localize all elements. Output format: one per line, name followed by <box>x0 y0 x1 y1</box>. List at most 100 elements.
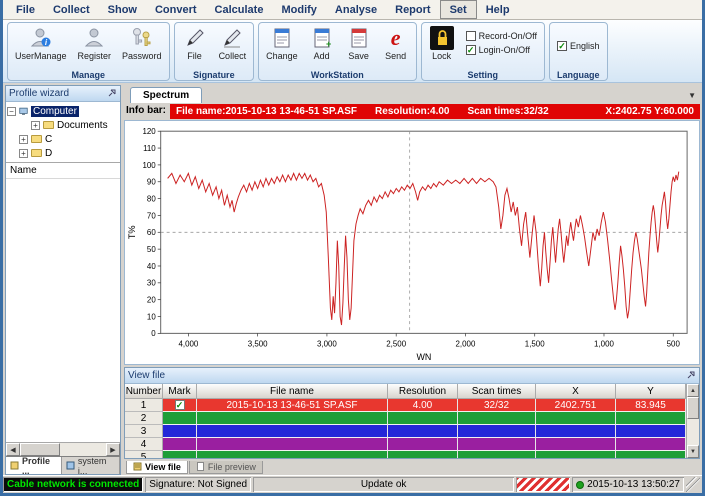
menu-analyse[interactable]: Analyse <box>326 0 386 19</box>
scroll-right-icon[interactable]: ▶ <box>106 443 120 456</box>
cell-x[interactable] <box>536 412 616 425</box>
cell-number[interactable]: 2 <box>125 412 163 425</box>
pin-icon[interactable] <box>687 370 696 382</box>
cell-scan_times[interactable] <box>458 425 536 438</box>
cell-number[interactable]: 5 <box>125 451 163 458</box>
menu-modify[interactable]: Modify <box>272 0 325 19</box>
cell-file_name[interactable] <box>197 412 388 425</box>
cell-mark[interactable]: ✓ <box>163 399 197 412</box>
change-button[interactable]: Change <box>264 24 300 62</box>
col-resolution[interactable]: Resolution <box>388 384 458 399</box>
scrollbar-thumb[interactable] <box>687 397 699 419</box>
document-add-icon: + <box>309 25 335 51</box>
cell-y[interactable] <box>616 412 686 425</box>
usermanage-button[interactable]: i UserManage <box>13 24 69 62</box>
menu-collect[interactable]: Collect <box>44 0 99 19</box>
cell-resolution[interactable] <box>388 412 458 425</box>
cell-scan_times[interactable]: 32/32 <box>458 399 536 412</box>
horizontal-scrollbar[interactable]: ◀ ▶ <box>6 442 120 456</box>
cell-x[interactable] <box>536 438 616 451</box>
cell-scan_times[interactable] <box>458 438 536 451</box>
cell-x[interactable]: 2402.751 <box>536 399 616 412</box>
cell-resolution[interactable] <box>388 425 458 438</box>
password-button[interactable]: Password <box>120 24 164 62</box>
resize-grip[interactable] <box>686 477 700 492</box>
col-mark[interactable]: Mark <box>163 384 197 399</box>
table-row[interactable]: 2 <box>125 412 686 425</box>
collapse-icon[interactable]: − <box>7 107 16 116</box>
col-y[interactable]: Y <box>616 384 686 399</box>
cell-x[interactable] <box>536 425 616 438</box>
tree-item-drive-d[interactable]: + D <box>19 146 119 160</box>
col-file-name[interactable]: File name <box>197 384 388 399</box>
cell-scan_times[interactable] <box>458 412 536 425</box>
cell-mark[interactable] <box>163 425 197 438</box>
cell-resolution[interactable] <box>388 451 458 458</box>
cell-y[interactable] <box>616 451 686 458</box>
expand-icon[interactable]: + <box>19 149 28 158</box>
cell-mark[interactable] <box>163 451 197 458</box>
scroll-up-icon[interactable]: ▲ <box>687 384 699 397</box>
expand-icon[interactable]: + <box>19 135 28 144</box>
scroll-left-icon[interactable]: ◀ <box>6 443 20 456</box>
scroll-down-icon[interactable]: ▼ <box>687 445 699 458</box>
mark-checked-icon[interactable]: ✓ <box>175 400 185 410</box>
record-onoff-checkbox[interactable]: Record-On/Off <box>466 31 537 41</box>
tab-view-file[interactable]: View file <box>126 461 188 474</box>
menu-show[interactable]: Show <box>99 0 146 19</box>
login-onoff-checkbox[interactable]: ✓ Login-On/Off <box>466 45 537 55</box>
save-button[interactable]: Save <box>344 24 374 62</box>
tree-item-computer[interactable]: − Computer <box>7 104 119 118</box>
lock-button[interactable]: Lock <box>427 24 457 62</box>
tab-spectrum[interactable]: Spectrum <box>130 87 202 103</box>
cell-number[interactable]: 3 <box>125 425 163 438</box>
cell-mark[interactable] <box>163 412 197 425</box>
cell-y[interactable] <box>616 438 686 451</box>
cell-number[interactable]: 4 <box>125 438 163 451</box>
signature-file-button[interactable]: File <box>180 24 210 62</box>
table-row[interactable]: 5 <box>125 451 686 458</box>
menu-calculate[interactable]: Calculate <box>206 0 273 19</box>
col-number[interactable]: Number <box>125 384 163 399</box>
vertical-scrollbar[interactable]: ▲ ▼ <box>686 384 699 458</box>
table-row[interactable]: 1 ✓ 2015-10-13 13-46-51 SP.ASF4.0032/32240… <box>125 399 686 412</box>
menu-report[interactable]: Report <box>386 0 439 19</box>
pin-icon[interactable] <box>108 88 117 100</box>
cell-x[interactable] <box>536 451 616 458</box>
col-x[interactable]: X <box>536 384 616 399</box>
cell-number[interactable]: 1 <box>125 399 163 412</box>
cell-resolution[interactable] <box>388 438 458 451</box>
cell-y[interactable]: 83.945 <box>616 399 686 412</box>
english-checkbox[interactable]: ✓ English <box>557 41 600 51</box>
menu-convert[interactable]: Convert <box>146 0 206 19</box>
spectrum-plot[interactable]: 01020304050607080901001101204,0003,5003,… <box>125 121 699 364</box>
chevron-down-icon[interactable]: ▼ <box>688 91 696 100</box>
menu-file[interactable]: File <box>7 0 44 19</box>
tree-item-documents[interactable]: + Documents <box>31 118 119 132</box>
cell-y[interactable] <box>616 425 686 438</box>
cell-file_name[interactable] <box>197 451 388 458</box>
cell-file_name[interactable]: 2015-10-13 13-46-51 SP.ASF <box>197 399 388 412</box>
send-button[interactable]: e Send <box>381 24 411 62</box>
register-button[interactable]: Register <box>76 24 114 62</box>
menu-set[interactable]: Set <box>440 0 477 19</box>
cell-scan_times[interactable] <box>458 451 536 458</box>
tab-file-preview[interactable]: File preview <box>189 461 263 474</box>
menu-help[interactable]: Help <box>477 0 519 19</box>
tab-profile[interactable]: Profile ... <box>6 457 62 474</box>
cell-mark[interactable] <box>163 438 197 451</box>
scrollbar-thumb[interactable] <box>20 443 60 456</box>
signature-collect-button[interactable]: Collect <box>217 24 249 62</box>
tree-item-drive-c[interactable]: + C <box>19 132 119 146</box>
table-row[interactable]: 3 <box>125 425 686 438</box>
add-button[interactable]: + Add <box>307 24 337 62</box>
cell-file_name[interactable] <box>197 438 388 451</box>
col-scan-times[interactable]: Scan times <box>458 384 536 399</box>
cell-resolution[interactable]: 4.00 <box>388 399 458 412</box>
signature-collect-label: Collect <box>219 51 247 61</box>
table-row[interactable]: 4 <box>125 438 686 451</box>
spectrum-chart[interactable]: 01020304050607080901001101204,0003,5003,… <box>124 120 700 365</box>
expand-icon[interactable]: + <box>31 121 40 130</box>
tab-system[interactable]: system i... <box>62 457 120 474</box>
cell-file_name[interactable] <box>197 425 388 438</box>
